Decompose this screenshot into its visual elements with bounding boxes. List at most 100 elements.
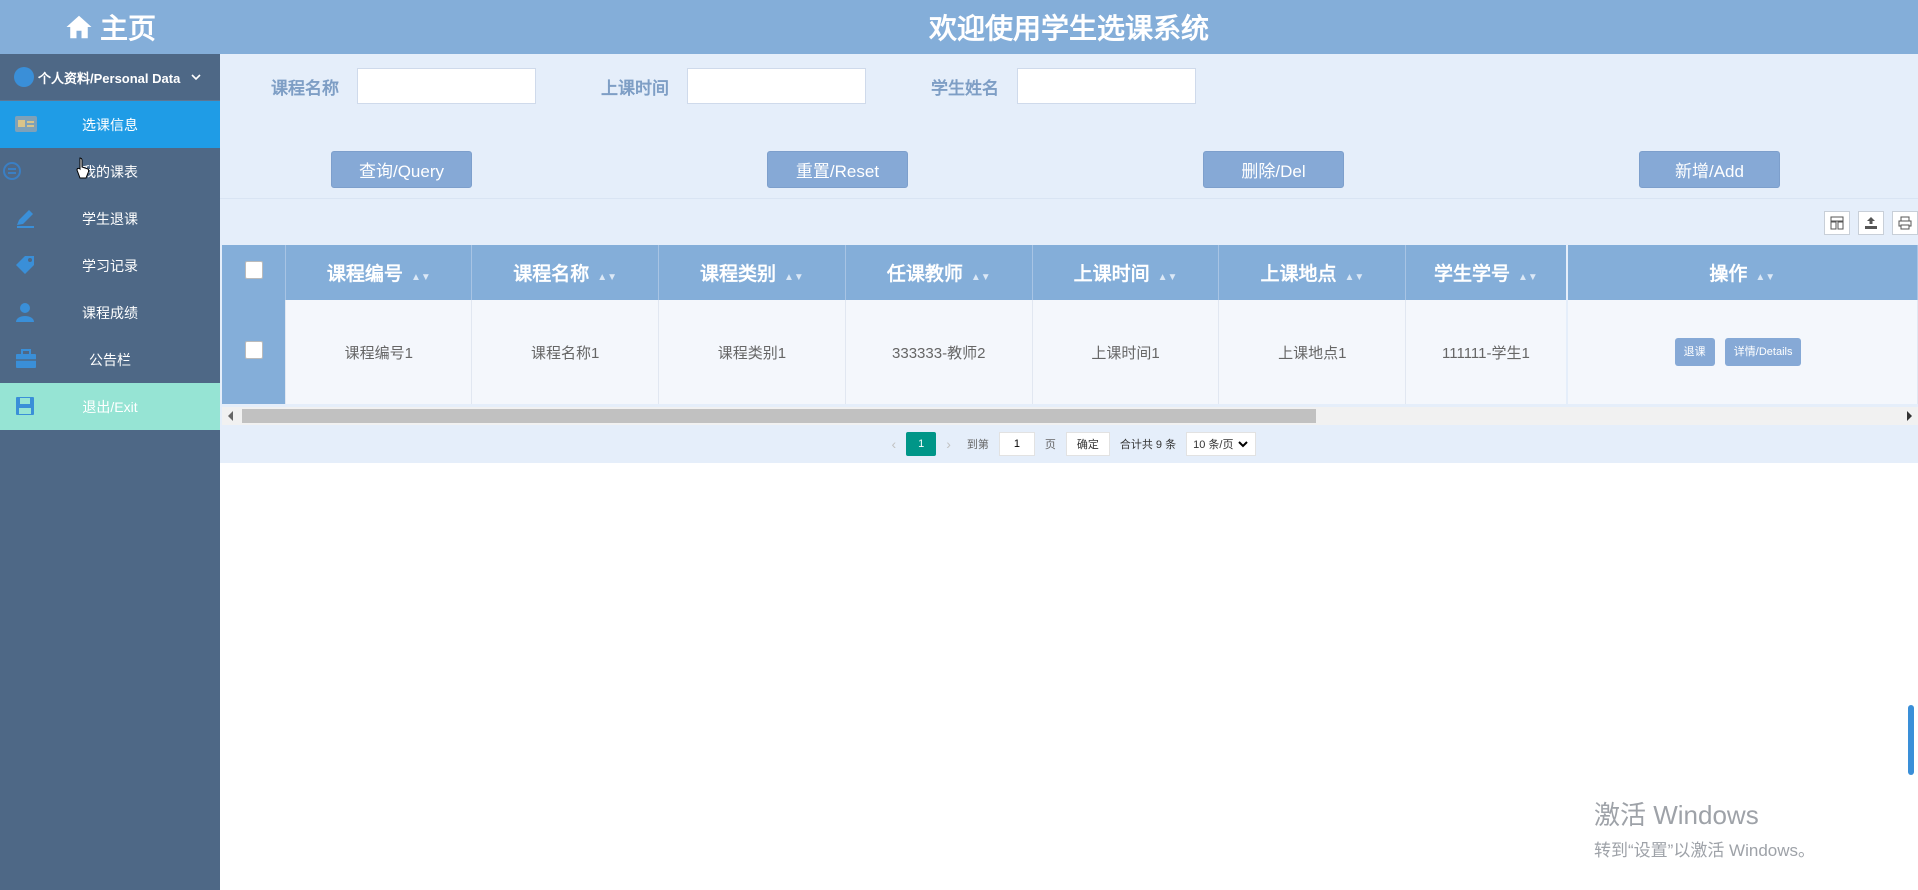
print-icon xyxy=(1898,216,1912,230)
sort-icon[interactable]: ▲▼ xyxy=(784,272,804,283)
row-checkbox[interactable] xyxy=(244,341,263,359)
table-cell: 课程编号1 xyxy=(285,300,473,404)
windows-activation-watermark: 激活 Windows 转到“设置”以激活 Windows。 xyxy=(1594,795,1815,861)
student-name-input[interactable] xyxy=(1017,68,1196,104)
export-button[interactable] xyxy=(1858,211,1884,235)
table-panel: 课程编号 ▲▼ 课程名称 ▲▼ 课程类别 ▲▼ 任课教师 ▲▼ 上课时间 ▲▼ 上课地点 ▲… xyxy=(220,198,1918,463)
sidebar-item-label: 我的课表 xyxy=(82,163,138,180)
table-toolbar xyxy=(1816,211,1918,235)
data-table: 课程编号 ▲▼ 课程名称 ▲▼ 课程类别 ▲▼ 任课教师 ▲▼ 上课时间 ▲▼ 上课地点 ▲… xyxy=(222,245,1918,405)
table-cell: 课程类别1 xyxy=(658,300,846,404)
goto-page-input[interactable] xyxy=(998,432,1035,456)
current-page-button[interactable]: 1 xyxy=(906,432,937,456)
sidebar-item-exit[interactable]: 退出/Exit xyxy=(0,383,220,430)
class-time-label: 上课时间 xyxy=(601,78,669,98)
query-button[interactable]: 查询/Query xyxy=(331,151,472,188)
sidebar-item-notice-board[interactable]: 公告栏 xyxy=(0,336,220,383)
sort-icon[interactable]: ▲▼ xyxy=(1158,272,1178,283)
column-header[interactable]: 上课地点 ▲▼ xyxy=(1218,245,1407,300)
sort-icon[interactable]: ▲▼ xyxy=(1344,272,1364,283)
pagination: ‹ 1 › 到第 页 确定 合计共 9 条 10 条/页 xyxy=(220,425,1918,463)
user-icon xyxy=(16,303,34,322)
chevron-down-icon xyxy=(191,74,201,81)
home-link[interactable]: 主页 xyxy=(0,0,220,54)
sort-icon[interactable]: ▲▼ xyxy=(597,272,617,283)
confirm-button[interactable]: 确定 xyxy=(1065,432,1110,456)
chevron-down-icon xyxy=(1238,441,1249,448)
table-row: 课程编号1 课程名称1 课程类别1 333333-教师2 上课时间1 上课地点1… xyxy=(222,300,1918,404)
column-header[interactable]: 课程名称 ▲▼ xyxy=(471,245,660,300)
column-header[interactable]: 课程类别 ▲▼ xyxy=(658,245,846,300)
scrollbar-thumb[interactable] xyxy=(242,409,1316,423)
course-name-input[interactable] xyxy=(357,68,536,104)
column-header[interactable]: 任课教师 ▲▼ xyxy=(845,245,1033,300)
column-header-label: 课程类别 xyxy=(700,264,777,285)
page-size-value: 10 条/页 xyxy=(1193,439,1234,451)
column-header-label: 课程编号 xyxy=(326,264,403,285)
sort-icon[interactable]: ▲▼ xyxy=(1755,272,1775,283)
column-header[interactable]: 学生学号 ▲▼ xyxy=(1405,245,1568,300)
print-button[interactable] xyxy=(1892,211,1918,235)
header-select-all xyxy=(222,245,287,300)
table-cell: 333333-教师2 xyxy=(845,300,1033,404)
watermark-line-1: 激活 Windows xyxy=(1594,800,1759,830)
profile-icon xyxy=(14,67,34,87)
column-header[interactable]: 操作 ▲▼ xyxy=(1565,245,1918,300)
actions-cell: 退课 详情/Details xyxy=(1565,300,1918,404)
select-all-checkbox[interactable] xyxy=(244,260,263,279)
row-select-cell xyxy=(222,300,287,404)
sidebar: 主页 个人资料/Personal Data 选课信息 我的课表 学生退课 学习记… xyxy=(0,0,220,890)
prev-page-icon[interactable]: ‹ xyxy=(892,436,897,452)
sort-icon[interactable]: ▲▼ xyxy=(971,272,991,283)
table-cell: 上课地点1 xyxy=(1218,300,1407,404)
sidebar-item-study-records[interactable]: 学习记录 xyxy=(0,242,220,289)
pencil-icon xyxy=(17,210,34,228)
add-button[interactable]: 新增/Add xyxy=(1639,151,1780,188)
sidebar-profile-menu[interactable]: 个人资料/Personal Data xyxy=(0,54,220,101)
save-icon xyxy=(16,397,34,415)
sort-icon[interactable]: ▲▼ xyxy=(411,272,431,283)
details-button[interactable]: 详情/Details xyxy=(1724,338,1802,366)
column-header[interactable]: 课程编号 ▲▼ xyxy=(285,245,473,300)
student-name-label: 学生姓名 xyxy=(931,78,999,98)
sort-icon[interactable]: ▲▼ xyxy=(1518,272,1538,283)
next-page-icon[interactable]: › xyxy=(946,436,951,452)
sidebar-item-course-selection[interactable]: 选课信息 xyxy=(0,101,220,148)
vertical-scroll-indicator[interactable] xyxy=(1908,705,1914,775)
table-cell: 111111-学生1 xyxy=(1405,300,1568,404)
column-header-label: 任课教师 xyxy=(886,264,963,285)
home-icon xyxy=(66,15,92,39)
search-field-course-name: 课程名称 xyxy=(271,68,536,104)
column-header-label: 上课时间 xyxy=(1073,264,1150,285)
watermark-line-2: 转到“设置”以激活 Windows。 xyxy=(1594,841,1816,860)
course-name-label: 课程名称 xyxy=(271,78,339,98)
class-time-input[interactable] xyxy=(687,68,866,104)
list-icon xyxy=(3,162,21,180)
sidebar-item-my-schedule[interactable]: 我的课表 xyxy=(0,148,220,195)
profile-label: 个人资料/Personal Data xyxy=(38,70,181,86)
reset-button[interactable]: 重置/Reset xyxy=(767,151,908,188)
scroll-left-icon[interactable] xyxy=(228,411,233,421)
column-header[interactable]: 上课时间 ▲▼ xyxy=(1032,245,1220,300)
goto-prefix-label: 到第 xyxy=(966,439,989,451)
columns-filter-button[interactable] xyxy=(1824,211,1850,235)
delete-button[interactable]: 删除/Del xyxy=(1203,151,1344,188)
sidebar-item-drop-course[interactable]: 学生退课 xyxy=(0,195,220,242)
tag-icon xyxy=(16,256,34,274)
table-cell: 上课时间1 xyxy=(1032,300,1220,404)
table-header-row: 课程编号 ▲▼ 课程名称 ▲▼ 课程类别 ▲▼ 任课教师 ▲▼ 上课时间 ▲▼ 上课地点 ▲… xyxy=(222,245,1918,300)
column-header-label: 学生学号 xyxy=(1434,264,1511,285)
page-title: 欢迎使用学生选课系统 xyxy=(928,13,1209,44)
search-panel: 课程名称 上课时间 学生姓名 查询/Query 重置/Reset 删除/Del … xyxy=(220,54,1918,198)
horizontal-scrollbar[interactable] xyxy=(222,407,1918,425)
total-count-label: 合计共 9 条 xyxy=(1119,439,1177,451)
mouse-cursor-icon xyxy=(76,157,90,179)
drop-course-button[interactable]: 退课 xyxy=(1674,338,1715,366)
columns-icon xyxy=(1830,216,1844,230)
search-field-student-name: 学生姓名 xyxy=(931,68,1196,104)
export-icon xyxy=(1865,217,1877,229)
table-cell: 课程名称1 xyxy=(471,300,660,404)
scroll-right-icon[interactable] xyxy=(1907,411,1912,421)
page-size-select[interactable]: 10 条/页 xyxy=(1186,432,1257,456)
sidebar-item-course-grades[interactable]: 课程成绩 xyxy=(0,289,220,336)
